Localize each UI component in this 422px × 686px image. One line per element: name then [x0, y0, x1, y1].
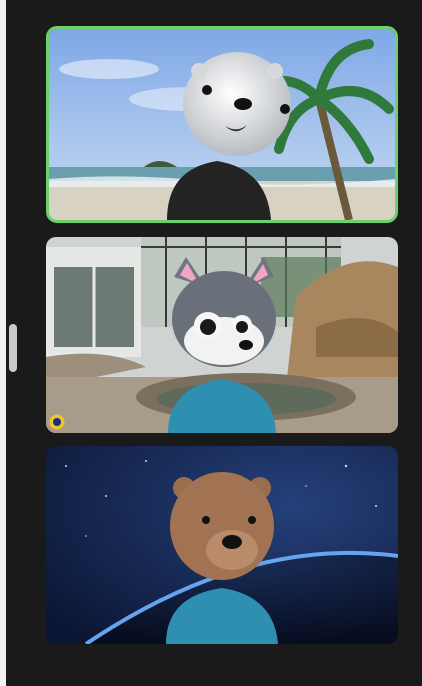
panel-edge	[0, 0, 6, 686]
wolf-zoo-video	[46, 237, 398, 433]
otter-beach-video	[49, 29, 395, 220]
bear-space-video	[46, 446, 398, 644]
video-tile-bear[interactable]	[46, 446, 398, 644]
resize-handle[interactable]	[9, 324, 17, 372]
video-tile-otter[interactable]	[46, 26, 398, 223]
video-tile-wolf[interactable]	[46, 237, 398, 433]
status-badge-icon	[49, 414, 65, 430]
